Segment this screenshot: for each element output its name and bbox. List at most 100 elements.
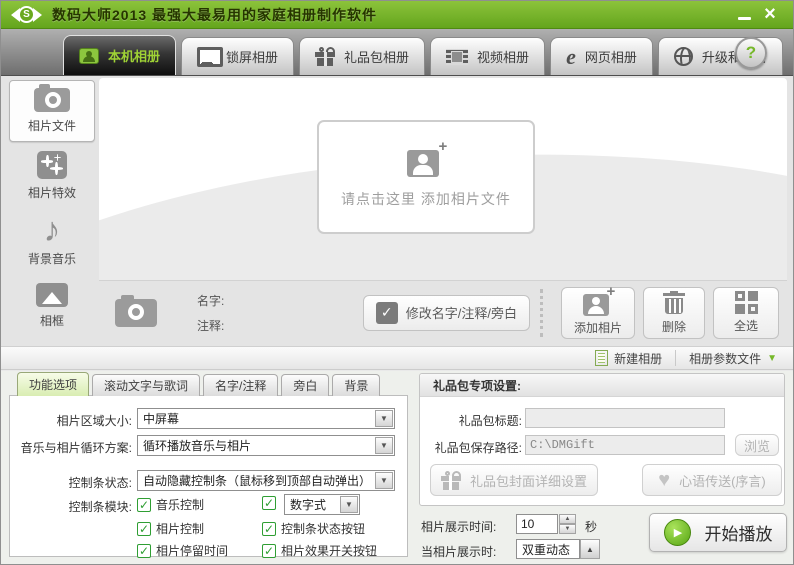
ptab-label: 功能选项: [29, 378, 78, 392]
tab-lockscreen-album[interactable]: 锁屏相册: [181, 37, 295, 75]
sidebar-item-photo-frame[interactable]: 相框: [9, 275, 95, 337]
edit-name-note-button[interactable]: ✓ 修改名字/注释/旁白: [362, 294, 530, 331]
tab-narration[interactable]: 旁白: [281, 374, 330, 396]
control-bar-modules-label: 控制条模块:: [68, 500, 132, 514]
app-logo-icon: S: [11, 6, 42, 23]
window-title: 数码大师2013 最强大最易用的家庭相册制作软件: [52, 6, 378, 23]
options-panel-body: 相片区域大小: 中屏幕 ▼ 音乐与相片循环方案: 循环播放音乐与相片 ▼ 控制条…: [9, 395, 408, 559]
checkbox-photo-stay-time[interactable]: ✓ 相片停留时间: [137, 542, 228, 559]
tab-video-album[interactable]: 视频相册: [430, 37, 546, 75]
start-play-button[interactable]: ▶ 开始播放: [649, 513, 787, 552]
area-size-select[interactable]: 中屏幕 ▼: [137, 408, 395, 429]
sidebar-item-label: 相片文件: [27, 119, 76, 133]
chevron-down-icon[interactable]: ▼: [375, 437, 393, 454]
checkbox-label: 相片效果开关按钮: [281, 544, 378, 558]
tab-giftpack-album[interactable]: 礼品包相册: [299, 37, 426, 75]
display-time-label: 相片展示时间:: [421, 520, 497, 534]
add-photo-button[interactable]: + 添加相片: [561, 284, 635, 339]
trash-icon: [663, 290, 685, 315]
tab-scrolling-text-lyrics[interactable]: 滚动文字与歌词: [92, 374, 201, 396]
browse-button[interactable]: 浏览: [735, 434, 779, 456]
album-toolbar: 新建相册 相册参数文件 ▼: [1, 346, 793, 370]
area-size-label: 相片区域大小:: [56, 414, 132, 428]
checkbox-checked-icon[interactable]: ✓: [137, 497, 151, 512]
loop-plan-label: 音乐与相片循环方案:: [20, 441, 132, 455]
start-play-label: 开始播放: [704, 525, 773, 544]
sidebar-item-photo-effects[interactable]: 相片特效: [9, 145, 95, 207]
checkbox-label: 相片停留时间: [156, 544, 229, 558]
add-photo-icon: +: [407, 139, 447, 177]
minimize-button[interactable]: [731, 5, 757, 25]
display-mode-select[interactable]: 双重动态: [516, 539, 580, 559]
control-bar-state-select[interactable]: 自动隐藏控制条（鼠标移到顶部自动弹出） ▼: [137, 470, 395, 491]
photo-note-label: 注释:: [197, 318, 225, 333]
arrow-down-icon[interactable]: ▼: [559, 524, 576, 534]
gift-settings-header: 礼品包专项设置:: [420, 374, 784, 397]
checkbox-digital-style[interactable]: ✓: [262, 496, 276, 510]
splitter: [540, 288, 543, 337]
digital-style-select[interactable]: 数字式 ▼: [284, 494, 360, 515]
chevron-down-icon[interactable]: ▼: [375, 410, 393, 427]
sidebar: 相片文件 相片特效 ♪ 背景音乐 相框: [7, 80, 97, 344]
sidebar-item-label: 相框: [39, 314, 64, 328]
preface-button[interactable]: ♥ 心语传送(序言): [642, 464, 782, 496]
select-all-button[interactable]: 全选: [713, 286, 779, 339]
check-icon: ✓: [375, 301, 398, 324]
main-tabstrip: 本机相册 锁屏相册 礼品包相册 视频相册 e 网页相册 升级和注册 ?: [1, 29, 793, 76]
help-button[interactable]: ?: [735, 37, 767, 69]
chevron-down-icon[interactable]: ▼: [340, 496, 358, 513]
gift-path-input[interactable]: [525, 435, 725, 455]
checkbox-photo-control[interactable]: ✓ 相片控制: [137, 520, 204, 537]
display-mode-up-button[interactable]: ▲: [580, 539, 600, 559]
display-mode-label: 当相片展示时:: [421, 545, 497, 559]
checkbox-label: 控制条状态按钮: [281, 522, 366, 536]
arrow-up-icon: ▲: [586, 544, 594, 554]
gift-settings-panel: 礼品包专项设置: 礼品包标题: 礼品包保存路径: 浏览 礼品包封面详细设置 ♥ …: [419, 372, 787, 559]
sidebar-item-background-music[interactable]: ♪ 背景音乐: [9, 210, 95, 272]
gift-cover-settings-button[interactable]: 礼品包封面详细设置: [430, 464, 598, 496]
bottom-section: 功能选项 滚动文字与歌词 名字/注释 旁白 背景 相片区域大小: 中屏幕 ▼ 音…: [1, 371, 793, 564]
tab-label: 网页相册: [584, 50, 637, 65]
tab-background[interactable]: 背景: [332, 374, 381, 396]
checkbox-music-control[interactable]: ✓ 音乐控制: [137, 496, 204, 513]
tab-label: 礼品包相册: [344, 50, 410, 65]
tab-web-album[interactable]: e 网页相册: [550, 37, 653, 75]
add-photos-dropzone[interactable]: + 请点击这里 添加相片文件: [317, 120, 535, 234]
sidebar-item-photo-files[interactable]: 相片文件: [9, 80, 95, 142]
delete-button[interactable]: 删除: [643, 286, 705, 339]
document-icon: [595, 350, 609, 366]
album-params-dropdown[interactable]: 相册参数文件 ▼: [689, 350, 777, 367]
checkbox-checked-icon[interactable]: ✓: [262, 543, 276, 558]
photo-name-label: 名字:: [197, 293, 225, 308]
gift-path-label: 礼品包保存路径:: [434, 441, 522, 455]
options-panel: 功能选项 滚动文字与歌词 名字/注释 旁白 背景 相片区域大小: 中屏幕 ▼ 音…: [9, 372, 408, 559]
checkbox-photo-effect-switch[interactable]: ✓ 相片效果开关按钮: [262, 542, 377, 559]
checkbox-controlbar-state-button[interactable]: ✓ 控制条状态按钮: [262, 520, 365, 537]
tab-function-options[interactable]: 功能选项: [17, 372, 90, 396]
tab-label: 锁屏相册: [226, 50, 279, 65]
checkbox-checked-icon[interactable]: ✓: [262, 521, 276, 536]
checkbox-checked-icon[interactable]: ✓: [137, 543, 151, 558]
gift-title-input[interactable]: [525, 408, 725, 428]
display-time-stepper[interactable]: ▲ ▼: [559, 514, 576, 534]
close-button[interactable]: ×: [757, 3, 783, 26]
camera-icon: [34, 84, 70, 112]
loop-plan-select[interactable]: 循环播放音乐与相片 ▼: [137, 435, 395, 456]
display-mode-value: 双重动态: [522, 542, 571, 557]
ptab-label: 背景: [344, 379, 369, 393]
new-album-button[interactable]: 新建相册: [595, 350, 662, 367]
arrow-up-icon[interactable]: ▲: [559, 514, 576, 524]
delete-label: 删除: [661, 319, 686, 334]
tab-local-album[interactable]: 本机相册: [63, 35, 177, 75]
chevron-down-icon[interactable]: ▼: [375, 472, 393, 489]
seconds-unit: 秒: [585, 520, 598, 534]
gift-settings-box: 礼品包专项设置: 礼品包标题: 礼品包保存路径: 浏览 礼品包封面详细设置 ♥ …: [419, 373, 785, 506]
chevron-down-icon: ▼: [767, 352, 777, 364]
preface-label: 心语传送(序言): [679, 473, 766, 489]
checkbox-checked-icon[interactable]: ✓: [137, 521, 151, 536]
checkbox-checked-icon[interactable]: ✓: [262, 496, 276, 510]
heart-icon: ♥: [658, 469, 671, 491]
ptab-label: 名字/注释: [215, 379, 267, 393]
tab-name-note[interactable]: 名字/注释: [203, 374, 279, 396]
display-time-input[interactable]: [516, 514, 558, 534]
